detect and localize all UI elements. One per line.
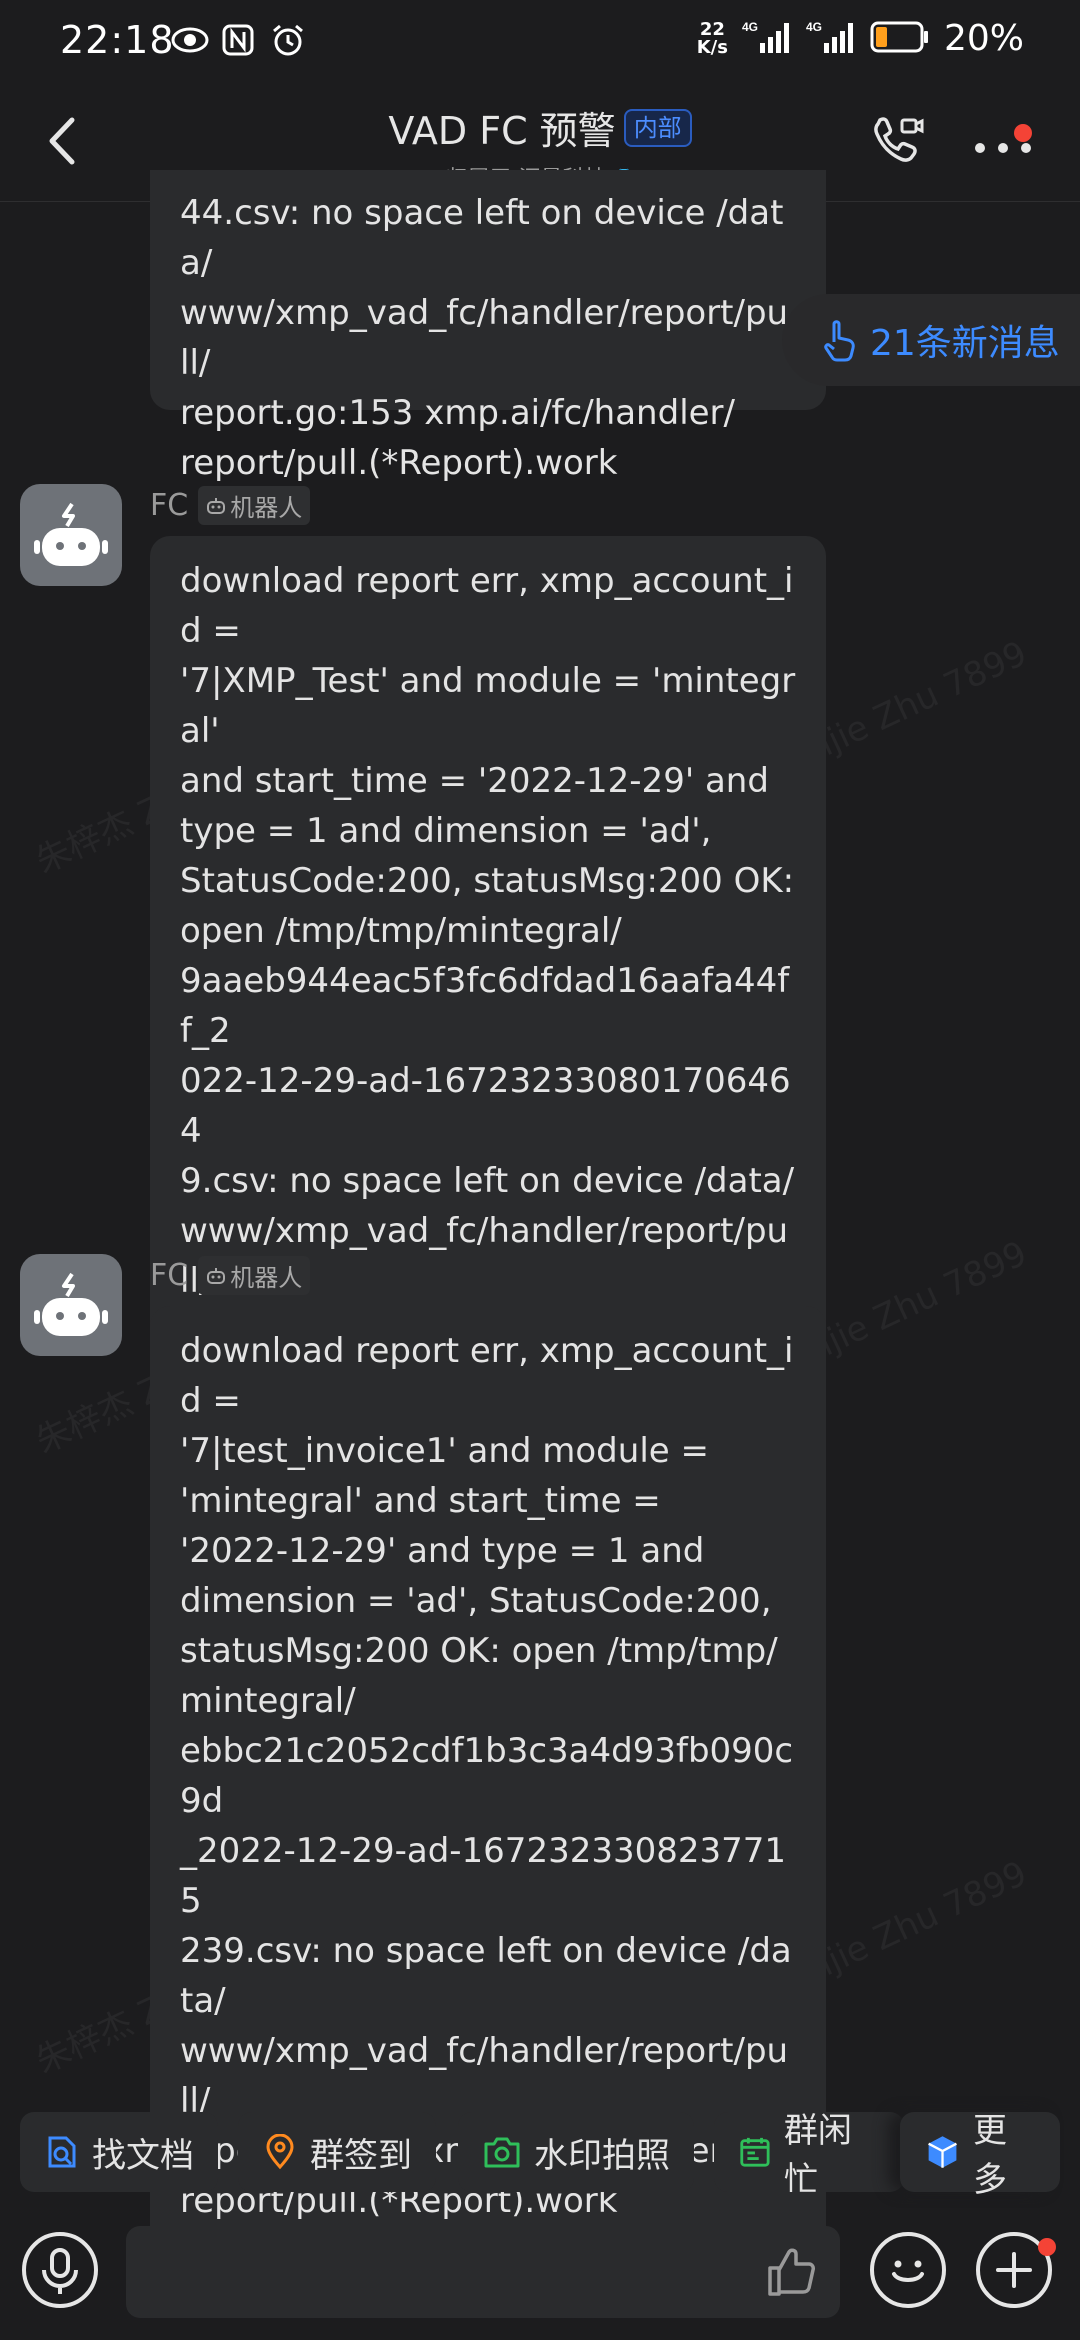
thumbs-up-icon	[768, 2248, 815, 2296]
robot-small-icon	[207, 497, 226, 514]
sender-name: FC	[150, 488, 189, 523]
battery-icon	[870, 20, 930, 58]
voice-button[interactable]	[22, 2232, 98, 2308]
microphone-icon	[42, 2248, 78, 2294]
internal-badge: 内部	[623, 108, 692, 147]
message-input[interactable]	[126, 2226, 840, 2318]
avatar[interactable]	[20, 484, 122, 586]
robot-icon	[34, 1272, 108, 1336]
alarm-icon	[270, 22, 306, 58]
status-time: 22:18	[60, 18, 175, 62]
watermark-photo-button[interactable]: 水印拍照	[458, 2112, 694, 2192]
calendar-icon	[740, 2137, 770, 2167]
bot-tag: 机器人	[198, 486, 311, 525]
video-call-button[interactable]	[868, 110, 928, 170]
sender-name: FC	[150, 1258, 189, 1293]
status-icons-left	[170, 22, 306, 58]
message-bubble[interactable]: 44.csv: no space left on device /data/ w…	[150, 170, 826, 483]
notification-dot	[1038, 2238, 1056, 2256]
group-checkin-button[interactable]: 群签到	[238, 2112, 436, 2192]
emoji-button[interactable]	[870, 2232, 946, 2308]
quick-actions-bar: 找文档 群签到 水印拍照 群闲忙 更多	[0, 2111, 1080, 2200]
location-pin-icon	[266, 2134, 294, 2170]
notification-dot	[1014, 124, 1032, 142]
more-actions-button[interactable]: 更多	[900, 2111, 1060, 2200]
doc-search-icon	[48, 2136, 76, 2168]
network-speed: 22 K/s	[696, 18, 728, 58]
new-messages-label: 21条新消息	[870, 323, 1060, 364]
find-docs-button[interactable]: 找文档	[20, 2112, 218, 2192]
sender-row: FC 机器人	[150, 486, 311, 525]
message-input-bar	[0, 2220, 1080, 2340]
eye-icon	[170, 22, 209, 58]
signal-icon: 4G	[742, 19, 792, 59]
avatar[interactable]	[20, 1254, 122, 1356]
bot-tag: 机器人	[198, 1256, 311, 1295]
chat-title: VAD FC 预警	[388, 109, 616, 153]
sender-row: FC 机器人	[150, 1256, 311, 1295]
camera-icon	[484, 2137, 520, 2168]
battery-percent: 20%	[943, 18, 1024, 59]
smiley-icon	[892, 2260, 924, 2282]
status-icons-right: 22 K/s 4G 4G 20%	[697, 18, 1024, 59]
new-messages-button[interactable]: 21条新消息	[782, 294, 1080, 386]
more-options-button[interactable]	[970, 124, 1040, 160]
message-bubble[interactable]: download report err, xmp_account_id = '7…	[150, 1306, 826, 2246]
robot-small-icon	[207, 1267, 226, 1284]
pointing-hand-icon	[824, 320, 855, 362]
status-bar: 22:18 22 K/s 4G 4G 20%	[0, 0, 1080, 80]
signal-icon: 4G	[806, 19, 856, 59]
nfc-icon	[220, 22, 256, 58]
svg-text:4G: 4G	[806, 20, 822, 34]
svg-text:4G: 4G	[742, 20, 758, 34]
robot-icon	[34, 502, 108, 566]
more-apps-icon	[928, 2136, 957, 2168]
group-availability-button[interactable]: 群闲忙	[714, 2112, 904, 2192]
phone-video-icon	[874, 117, 924, 162]
